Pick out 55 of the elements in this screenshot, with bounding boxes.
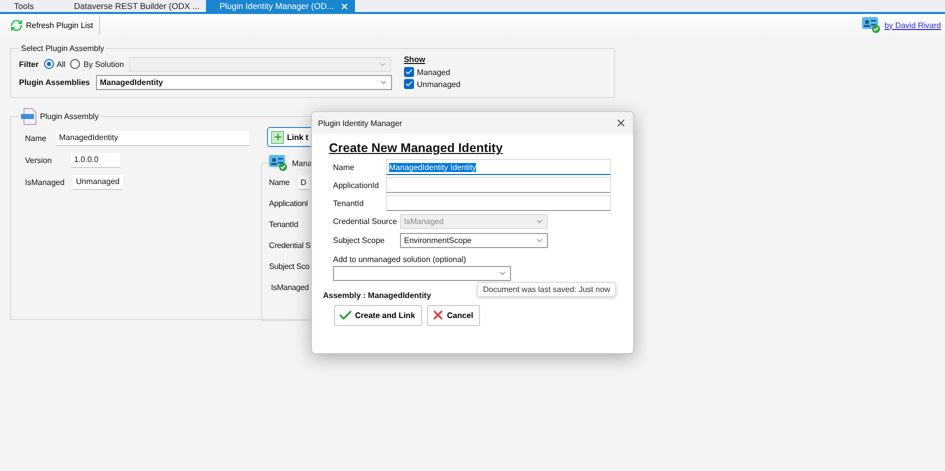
group-title: Plugin Assembly xyxy=(19,108,101,125)
dropdown[interactable]: EnvironmentScope xyxy=(400,233,548,248)
cancel-button[interactable]: Cancel xyxy=(427,304,480,326)
field-label: ApplicationI xyxy=(269,199,308,208)
tab[interactable]: Plugin Identity Manager (OD... xyxy=(206,0,355,12)
assembly-label: Assembly : ManagedIdentity xyxy=(323,291,432,300)
dialog-title: Plugin Identity Manager xyxy=(318,118,402,128)
group-title: Select Plugin Assembly xyxy=(20,44,106,53)
field-label: Subject Sco xyxy=(269,262,310,271)
plugin-assemblies-label: Plugin Assemblies xyxy=(19,78,90,86)
tooltip: Document was last saved: Just now xyxy=(477,282,616,297)
field-label: IsManaged xyxy=(271,283,309,292)
text-field[interactable] xyxy=(386,195,611,211)
field-label: Credential Source xyxy=(333,217,398,226)
field-label: ApplicationId xyxy=(333,180,380,190)
show-title: Show xyxy=(404,55,426,64)
file-icon xyxy=(21,108,37,125)
field-value[interactable]: Unmanaged xyxy=(73,174,123,190)
field-value[interactable]: ManagedIdentity xyxy=(56,130,249,146)
chevron-down-icon xyxy=(535,217,544,226)
refresh-icon xyxy=(10,18,23,32)
solution-label: Add to unmanaged solution (optional) xyxy=(333,255,467,264)
assembly-select[interactable]: ManagedIdentity xyxy=(96,74,392,90)
create-button[interactable]: Create and Link xyxy=(334,304,422,326)
identity-card-icon xyxy=(862,16,882,34)
field-label: Subject Scope xyxy=(333,236,386,245)
close-icon[interactable] xyxy=(615,117,627,129)
filter-label: Filter xyxy=(19,60,39,68)
field-label: TenantId xyxy=(333,198,365,208)
field-label: Version xyxy=(25,156,53,164)
field-value[interactable]: 1.0.0.0 xyxy=(71,152,120,168)
field-value[interactable]: D xyxy=(298,175,310,190)
cross-icon xyxy=(431,308,446,322)
field-label: TenantId xyxy=(269,220,298,229)
field-label: Name xyxy=(269,178,290,187)
field-label: IsManaged xyxy=(25,178,66,186)
field-label: Name xyxy=(333,162,356,172)
dialog-heading: Create New Managed Identity xyxy=(329,141,504,155)
tab[interactable]: Tools xyxy=(0,0,60,12)
show-checkbox[interactable]: Managed xyxy=(404,66,460,78)
field-label: Credential S xyxy=(269,241,311,250)
refresh-button[interactable]: Refresh Plugin List xyxy=(8,15,100,35)
filter-radio[interactable]: All xyxy=(44,59,66,69)
chevron-down-icon xyxy=(498,269,507,278)
author-link[interactable]: by David Rivard xyxy=(862,16,941,34)
field-label: Name xyxy=(25,134,48,142)
plus-icon xyxy=(271,130,284,144)
show-checkbox[interactable]: Unmanaged xyxy=(404,78,460,90)
tab[interactable]: Dataverse REST Builder (ODX ... xyxy=(60,0,206,12)
filter-radio[interactable]: By Solution xyxy=(70,59,124,69)
solution-dropdown[interactable] xyxy=(333,266,511,281)
chevron-down-icon xyxy=(535,236,544,245)
identity-card-icon xyxy=(269,155,289,172)
text-field[interactable] xyxy=(386,177,611,193)
text-field[interactable]: ManagedIdentity Identity xyxy=(386,159,611,175)
